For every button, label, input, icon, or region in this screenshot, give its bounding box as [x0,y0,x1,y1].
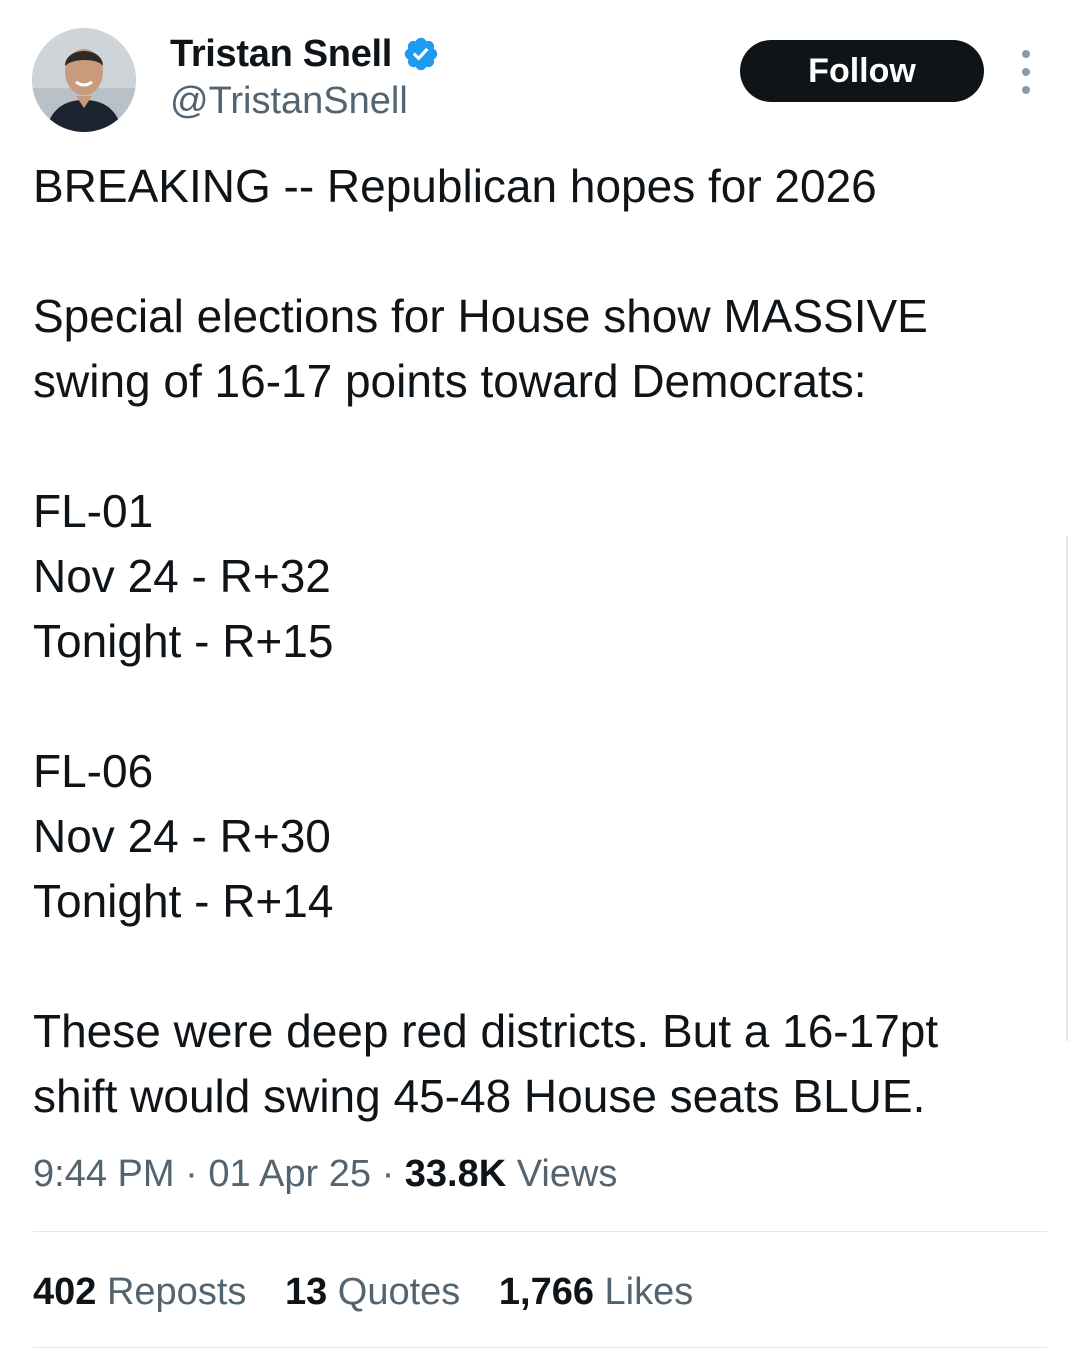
tweet-line: Tonight - R+15 [33,615,334,667]
more-vertical-icon[interactable] [1010,50,1042,94]
quotes-link[interactable]: 13 Quotes [285,1271,460,1313]
tweet-line: shift would swing 45-48 House seats BLUE… [33,1070,926,1122]
tweet-line: Nov 24 - R+32 [33,550,331,602]
more-dot [1022,86,1030,94]
tweet-time[interactable]: 9:44 PM [33,1153,175,1195]
tweet-line: Special elections for House show MASSIVE [33,290,928,342]
meta-separator: · [185,1153,198,1195]
display-name-row: Tristan Snell [170,30,440,78]
author-handle[interactable]: @TristanSnell [170,80,440,123]
tweet-header: Tristan Snell @TristanSnell Follow [32,28,1042,136]
divider [33,1231,1047,1232]
avatar-photo-icon [32,28,136,132]
tweet-line: FL-01 [33,485,154,537]
avatar[interactable] [32,28,136,132]
reposts-count: 402 [33,1271,97,1313]
verified-badge-icon [402,35,440,73]
author-block: Tristan Snell @TristanSnell [170,30,440,123]
tweet-date[interactable]: 01 Apr 25 [208,1153,371,1195]
divider [33,1347,1047,1348]
quotes-count: 13 [284,1271,328,1313]
scrollbar[interactable] [1066,536,1068,1041]
engagement-stats: 402 Reposts 13 Quotes 1,766 Likes [33,1266,721,1318]
display-name[interactable]: Tristan Snell [170,33,392,76]
likes-count: 1,766 [498,1271,594,1313]
more-dot [1022,68,1030,76]
tweet-line: swing of 16-17 points toward Democrats: [33,355,867,407]
follow-button[interactable]: Follow [740,40,984,102]
tweet-line: BREAKING -- Republican hopes for 2026 [33,160,877,212]
reposts-label: Reposts [106,1271,247,1313]
tweet-meta: 9:44 PM · 01 Apr 25 · 33.8K Views [33,1148,617,1200]
meta-separator: · [381,1153,395,1195]
likes-link[interactable]: 1,766 Likes [499,1271,693,1313]
tweet-line: Tonight - R+14 [33,875,334,927]
more-dot [1022,50,1030,58]
tweet-line: These were deep red districts. But a 16-… [33,1005,939,1057]
views-count: 33.8K [404,1153,507,1195]
tweet-text: BREAKING -- Republican hopes for 2026 Sp… [33,154,1043,1129]
views-label: Views [516,1153,618,1195]
tweet-line: Nov 24 - R+30 [33,810,331,862]
quotes-label: Quotes [337,1271,461,1313]
reposts-link[interactable]: 402 Reposts [33,1271,246,1313]
tweet-line: FL-06 [33,745,154,797]
likes-label: Likes [604,1271,694,1313]
